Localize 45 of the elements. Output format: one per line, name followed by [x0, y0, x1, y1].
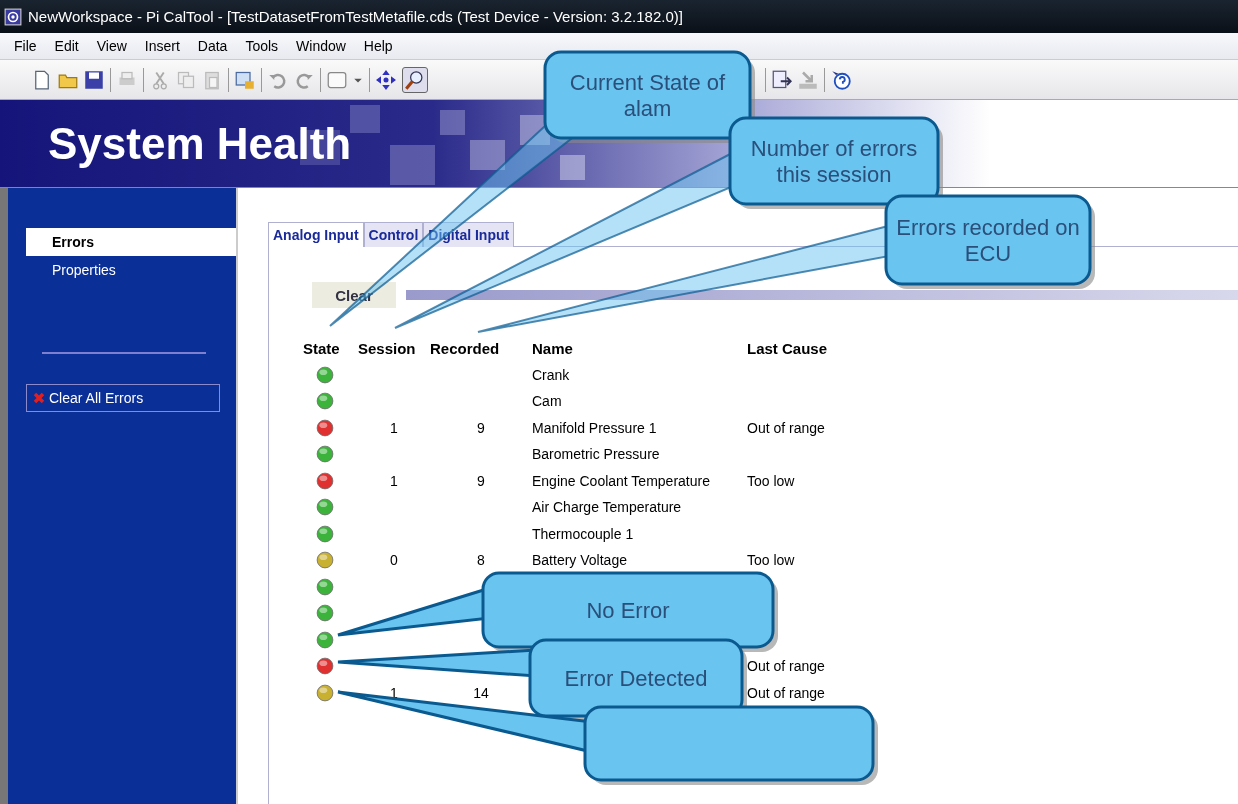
- menu-item[interactable]: Window: [296, 38, 346, 54]
- table-cell: 0: [390, 552, 398, 569]
- table-cell: Battery Voltage: [532, 552, 627, 569]
- tab[interactable]: Analog Input: [268, 222, 364, 247]
- table-cell: Crank: [532, 366, 570, 383]
- menu-item[interactable]: File: [14, 38, 37, 54]
- column-header: Recorded: [430, 338, 501, 359]
- menu-item[interactable]: Help: [363, 38, 393, 54]
- callout-text: Number of errors this session: [750, 136, 918, 187]
- menu-item[interactable]: Edit: [54, 38, 79, 54]
- table-cell: Cam: [532, 393, 562, 410]
- callout-text: Errors recorded on ECU: [896, 215, 1080, 266]
- column-header: Session: [358, 338, 417, 359]
- table-cell: 14: [473, 684, 489, 701]
- table-cell: 9: [477, 472, 485, 489]
- table-cell: 1: [390, 419, 398, 436]
- table-cell: Too low: [747, 552, 795, 569]
- table-cell: Barometric Pressure: [532, 446, 660, 463]
- table-cell: Out of range: [747, 419, 825, 436]
- table-cell: 9: [477, 419, 485, 436]
- column-header: Name: [532, 338, 574, 359]
- column-header: State: [303, 338, 341, 359]
- page-title: System Health: [48, 118, 352, 169]
- table-cell: Thermocouple 1: [532, 525, 634, 542]
- sidebar-item[interactable]: Properties: [26, 256, 236, 284]
- column-header: Last Cause: [747, 338, 829, 359]
- table-cell: Manifold Pressure 1: [532, 419, 657, 436]
- table-cell: Engine Coolant Temperature: [532, 472, 710, 489]
- table-cell: Out of range: [747, 684, 825, 701]
- sidebar-item[interactable]: Errors: [26, 228, 236, 256]
- table-cell: Too low: [747, 472, 795, 489]
- callout-text: Current State of alam: [569, 70, 726, 121]
- table-cell: 8: [477, 552, 485, 569]
- tab[interactable]: Control: [363, 222, 424, 247]
- callout-text: No Error: [586, 598, 670, 623]
- menu-item[interactable]: Insert: [144, 38, 180, 54]
- clear-all-errors-button[interactable]: Clear All Errors: [26, 384, 220, 412]
- window-title: NewWorkspace - Pi CalTool - [TestDatasetFromTestMetafile.cds (Test Device - Version: 3.2.182.0)]: [28, 8, 683, 25]
- callout-text: Error Detected: [564, 666, 708, 691]
- table-cell: 1: [390, 472, 398, 489]
- table-cell: Out of range: [747, 658, 825, 675]
- menu-item[interactable]: View: [96, 38, 127, 54]
- menu-item[interactable]: Tools: [245, 38, 279, 54]
- table-cell: Air Charge Temperature: [532, 499, 682, 516]
- menu-item[interactable]: Data: [197, 38, 228, 54]
